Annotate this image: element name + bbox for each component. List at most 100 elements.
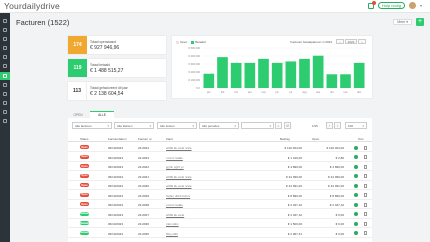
client-link[interactable]: hbij mkbl bbox=[166, 232, 178, 236]
users-icon[interactable] bbox=[3, 46, 7, 50]
year-button[interactable]: 2023 bbox=[345, 39, 357, 44]
settings-icon[interactable] bbox=[3, 119, 7, 123]
invoice-type-filter[interactable]: Alle facturen bbox=[72, 122, 112, 129]
check-icon[interactable] bbox=[354, 164, 358, 169]
column-header-status[interactable]: Status bbox=[80, 137, 89, 141]
client-link[interactable]: n kcvz tadde bbox=[166, 156, 183, 160]
table-row[interactable]: Open 06/10/2023 23-0939 hvjhm uhbh hvhvv € 8… bbox=[68, 191, 372, 200]
tab-open[interactable]: OPEN bbox=[68, 111, 88, 118]
client-filter[interactable]: Alle klanten bbox=[114, 122, 154, 129]
bar-jun[interactable] bbox=[271, 62, 283, 88]
table-row[interactable]: Betaald 06/10/2023 23-0937 ehtflk kk venk € … bbox=[68, 210, 372, 219]
trash-icon[interactable] bbox=[364, 202, 367, 207]
check-icon[interactable] bbox=[354, 193, 358, 197]
bar-jul[interactable] bbox=[285, 61, 297, 88]
bar-apr[interactable] bbox=[244, 62, 256, 88]
list-icon[interactable] bbox=[3, 101, 7, 105]
folder-icon[interactable] bbox=[3, 92, 7, 96]
bar-okt[interactable] bbox=[326, 74, 338, 88]
period-filter[interactable]: Alle periodes bbox=[199, 122, 239, 129]
check-icon[interactable] bbox=[354, 174, 358, 178]
trash-icon[interactable] bbox=[364, 193, 367, 197]
table-row[interactable]: Open 06/10/2023 23-0942 pjyhn pght yv € 4 89… bbox=[68, 162, 372, 171]
trash-icon[interactable] bbox=[364, 221, 367, 226]
check-icon[interactable] bbox=[354, 231, 358, 235]
search-input[interactable] bbox=[241, 122, 274, 129]
notification-bell-icon[interactable] bbox=[367, 0, 376, 9]
cost-filter[interactable]: Alle kosten bbox=[157, 122, 197, 129]
bar-jan[interactable] bbox=[203, 73, 215, 88]
check-icon[interactable] bbox=[354, 155, 358, 159]
column-header-amount[interactable]: Bedrag bbox=[280, 137, 290, 141]
open-amount: € 4 890,00 bbox=[329, 165, 344, 169]
more-menu-button[interactable]: Meer ▾ bbox=[393, 19, 412, 25]
bar-mrt[interactable] bbox=[230, 62, 242, 88]
table-row[interactable]: Open 06/10/2023 23-0944 ehtflk kk venk nrsl… bbox=[68, 143, 372, 152]
reset-icon[interactable]: ↺ bbox=[284, 122, 291, 129]
invoice-number: 23-0942 bbox=[138, 165, 150, 169]
status-badge: Betaald bbox=[79, 211, 90, 216]
help-button[interactable]: Hulp nodig bbox=[377, 2, 405, 9]
next-year-button[interactable]: › bbox=[358, 39, 366, 44]
column-header-number[interactable]: Factuur nr. bbox=[138, 137, 152, 141]
bar-nov[interactable] bbox=[340, 74, 351, 88]
legend-item-open[interactable]: Open bbox=[176, 40, 187, 44]
trash-icon[interactable] bbox=[364, 174, 367, 178]
check-icon[interactable] bbox=[354, 145, 358, 150]
table-row[interactable]: Open 06/10/2023 23-0943 n kcvz tadde € 1 019… bbox=[68, 153, 372, 162]
bar-feb[interactable] bbox=[217, 57, 228, 88]
app-logo[interactable]: Yourdailydrive bbox=[4, 1, 60, 11]
client-link[interactable]: pjyhn pght yv bbox=[166, 165, 184, 169]
check-icon[interactable] bbox=[354, 221, 358, 226]
check-icon[interactable] bbox=[354, 202, 358, 207]
file-icon[interactable] bbox=[3, 64, 7, 68]
bar-mei[interactable] bbox=[258, 58, 269, 88]
bar-dec[interactable] bbox=[353, 62, 365, 88]
search-icon[interactable]: ⌕ bbox=[275, 122, 282, 129]
table-row[interactable]: Open 06/10/2023 23-0940 ehtflk kk venk nrsl… bbox=[68, 181, 372, 190]
column-header-client[interactable]: Klant bbox=[166, 137, 173, 141]
trash-icon[interactable] bbox=[364, 212, 367, 216]
check-icon[interactable] bbox=[354, 212, 358, 216]
trash-icon[interactable] bbox=[364, 164, 367, 169]
legend-item-paid[interactable]: Betaald bbox=[191, 40, 206, 44]
car-icon[interactable] bbox=[3, 28, 7, 32]
trash-icon[interactable] bbox=[364, 231, 367, 235]
client-link[interactable]: n kcvz tadde bbox=[166, 203, 183, 207]
prev-year-button[interactable]: ‹ bbox=[336, 39, 344, 44]
table-row[interactable]: Open 06/10/2023 23-0941 ehtflk kk venk nrsl… bbox=[68, 172, 372, 181]
column-header-open[interactable]: Open bbox=[312, 137, 319, 141]
table-header: Status Factuurdatum Factuur nr. Klant Be… bbox=[68, 135, 372, 142]
client-link[interactable]: hvjhm uhbh hvhvv bbox=[166, 194, 190, 198]
table-row[interactable]: Betaald 06/10/2023 23-0935 hbij mkbl € 2 067… bbox=[68, 229, 372, 238]
next-page-button[interactable]: › bbox=[334, 122, 341, 129]
monitor-icon[interactable] bbox=[3, 110, 7, 114]
bar-aug[interactable] bbox=[299, 58, 310, 88]
prev-page-button[interactable]: ‹ bbox=[326, 122, 333, 129]
client-link[interactable]: ehtflk kk venk nrsle bbox=[166, 146, 192, 150]
client-link[interactable]: ehtflk kk venk bbox=[166, 213, 184, 217]
column-header-ons[interactable]: Ons bbox=[358, 137, 364, 141]
table-row[interactable]: Open 06/10/2023 23-0938 n kcvz tadde € 2 047… bbox=[68, 200, 372, 209]
tab-all[interactable]: ALLE bbox=[90, 111, 114, 118]
trash-icon[interactable] bbox=[364, 145, 367, 150]
trash-icon[interactable] bbox=[364, 183, 367, 188]
check-icon[interactable] bbox=[354, 183, 358, 188]
calendar-icon[interactable] bbox=[3, 37, 7, 41]
avatar[interactable] bbox=[408, 2, 416, 9]
legend-swatch bbox=[191, 40, 195, 44]
chevron-down-icon[interactable]: ▾ bbox=[420, 3, 422, 8]
client-link[interactable]: ehtflk kk venk nrsle bbox=[166, 184, 192, 188]
chart-icon[interactable] bbox=[3, 83, 7, 87]
client-link[interactable]: mkl mkbv bbox=[166, 222, 179, 226]
bar-sep[interactable] bbox=[312, 55, 324, 88]
table-row[interactable]: Betaald 06/10/2023 23-0936 mkl mkbv € 1 500,… bbox=[68, 219, 372, 228]
per-page-select[interactable]: 100 bbox=[345, 122, 367, 129]
add-invoice-button[interactable]: + bbox=[416, 18, 424, 26]
invoice-icon[interactable] bbox=[3, 74, 7, 78]
client-link[interactable]: ehtflk kk venk nrsle bbox=[166, 175, 192, 179]
mail-icon[interactable] bbox=[3, 55, 7, 59]
trash-icon[interactable] bbox=[364, 155, 367, 159]
dashboard-icon[interactable] bbox=[3, 19, 7, 23]
column-header-date[interactable]: Factuurdatum bbox=[108, 137, 127, 141]
